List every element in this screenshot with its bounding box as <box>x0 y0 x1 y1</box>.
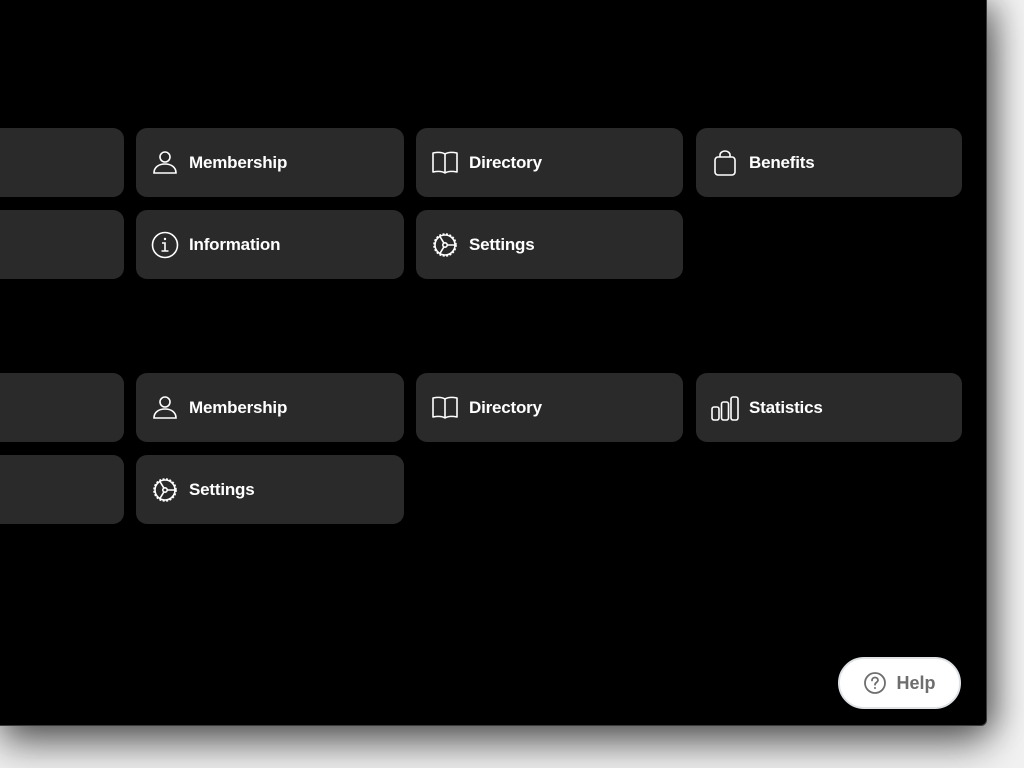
book-icon <box>430 148 460 178</box>
tile-membership[interactable]: Membership <box>136 128 404 197</box>
tile-directory[interactable]: Directory <box>416 373 683 442</box>
tile-information[interactable]: Information <box>136 210 404 279</box>
tile-label: Information <box>189 234 281 254</box>
book-icon <box>430 393 460 423</box>
tile-partial-s1-r2[interactable] <box>0 210 124 279</box>
help-button[interactable]: Help <box>838 657 961 709</box>
gear-icon <box>430 230 460 260</box>
tile-membership[interactable]: Membership <box>136 373 404 442</box>
person-icon <box>150 393 180 423</box>
tile-statistics[interactable]: Statistics <box>696 373 962 442</box>
tile-label: Statistics <box>749 397 823 417</box>
gear-icon <box>150 475 180 505</box>
tile-benefits[interactable]: Benefits <box>696 128 962 197</box>
bag-icon <box>710 148 740 178</box>
tile-label: Benefits <box>749 152 815 172</box>
tile-partial-s2-r1[interactable] <box>0 373 124 442</box>
tile-label: Membership <box>189 397 288 417</box>
tile-partial-s2-r2[interactable] <box>0 455 124 524</box>
question-circle-icon <box>863 671 887 695</box>
app-window: Membership Directory Benefits Informatio… <box>0 0 987 726</box>
tile-directory[interactable]: Directory <box>416 128 683 197</box>
info-icon <box>150 230 180 260</box>
tile-settings[interactable]: Settings <box>416 210 683 279</box>
tile-label: Directory <box>469 397 542 417</box>
tile-label: Settings <box>469 234 535 254</box>
person-icon <box>150 148 180 178</box>
chart-bars-icon <box>710 393 740 423</box>
tile-settings[interactable]: Settings <box>136 455 404 524</box>
tile-partial-s1-r1[interactable] <box>0 128 124 197</box>
tile-label: Membership <box>189 152 288 172</box>
tile-label: Directory <box>469 152 542 172</box>
help-label: Help <box>896 672 936 693</box>
tile-label: Settings <box>189 479 255 499</box>
